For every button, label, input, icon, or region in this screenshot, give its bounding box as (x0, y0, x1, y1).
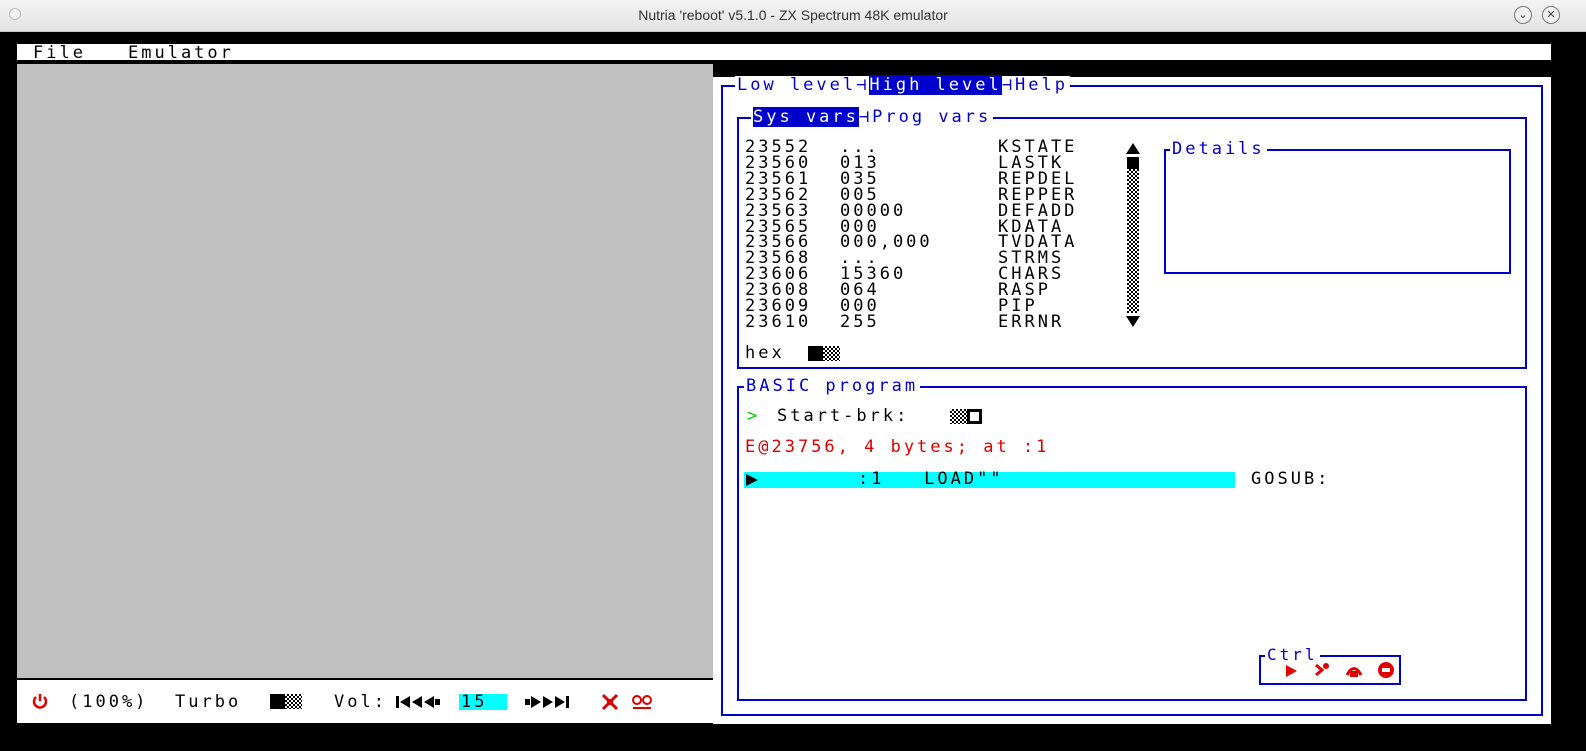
current-line-icon (746, 474, 758, 486)
start-brk-toggle[interactable] (950, 409, 982, 424)
tab-help[interactable]: Help (1015, 75, 1068, 95)
no-audio-icon[interactable] (601, 693, 619, 715)
details-frame (1164, 149, 1511, 274)
scroll-track[interactable] (1127, 169, 1139, 313)
volume-value: 15 (461, 692, 488, 712)
top-tabs: Low level⊣High level⊣Help (735, 75, 1070, 95)
ctrl-title: Ctrl (1265, 645, 1320, 664)
zoom-label[interactable]: (100%) (69, 692, 148, 712)
power-icon[interactable] (31, 692, 49, 714)
status-bar: (100%) Turbo Vol: 15 (17, 680, 713, 723)
minimize-icon[interactable]: ⌄ (1514, 6, 1532, 24)
menu-emulator[interactable]: Emulator (128, 43, 234, 63)
tab-high-level[interactable]: High level (869, 75, 1002, 95)
scroll-down-icon[interactable] (1126, 316, 1140, 327)
step-over-icon[interactable] (1345, 661, 1363, 683)
turbo-toggle[interactable] (270, 694, 302, 709)
sysvars-scrollbar[interactable] (1125, 141, 1140, 329)
volume-up-icon[interactable] (525, 694, 571, 713)
tab-low-level[interactable]: Low level (737, 75, 856, 95)
window-titlebar: Nutria 'reboot' v5.1.0 - ZX Spectrum 48K… (0, 0, 1586, 32)
emulator-screen[interactable] (17, 64, 713, 678)
tab-sys-vars[interactable]: Sys vars (753, 107, 859, 127)
menu-bar: File Emulator (17, 43, 1551, 63)
hex-toggle[interactable] (808, 346, 840, 361)
sysvar-name[interactable]: ERRNR (998, 313, 1064, 331)
tab-prog-vars[interactable]: Prog vars (872, 107, 991, 127)
window-title: Nutria 'reboot' v5.1.0 - ZX Spectrum 48K… (638, 7, 948, 23)
details-title: Details (1170, 139, 1267, 159)
close-icon[interactable]: ✕ (1542, 6, 1560, 24)
volume-label: Vol: (334, 692, 387, 712)
run-icon[interactable] (1284, 663, 1298, 682)
scroll-up-icon[interactable] (1126, 143, 1140, 154)
turbo-label: Turbo (175, 692, 242, 712)
basic-title: BASIC program (744, 376, 921, 396)
volume-value-box[interactable]: 15 (459, 692, 507, 712)
sub-tabs: Sys vars⊣Prog vars (751, 107, 994, 127)
gosub-label: GOSUB: (1251, 469, 1331, 489)
step-icon[interactable] (1313, 661, 1331, 683)
program-line[interactable]: :1 LOAD"" (744, 469, 1235, 489)
program-line-text: :1 LOAD"" (858, 469, 1004, 489)
stop-icon[interactable] (1377, 661, 1395, 683)
sysvar-address[interactable]: 23610 (745, 313, 811, 331)
prompt-icon: > (747, 406, 761, 426)
menu-file[interactable]: File (33, 43, 86, 63)
error-message: E@23756, 4 bytes; at :1 (745, 437, 1050, 457)
sysvar-value[interactable]: 255 (840, 313, 880, 331)
tape-icon[interactable] (632, 693, 652, 715)
volume-down-icon[interactable] (396, 694, 442, 713)
basic-frame (737, 386, 1527, 701)
start-brk-label: Start-brk: (777, 406, 910, 426)
hex-label: hex (745, 343, 785, 363)
